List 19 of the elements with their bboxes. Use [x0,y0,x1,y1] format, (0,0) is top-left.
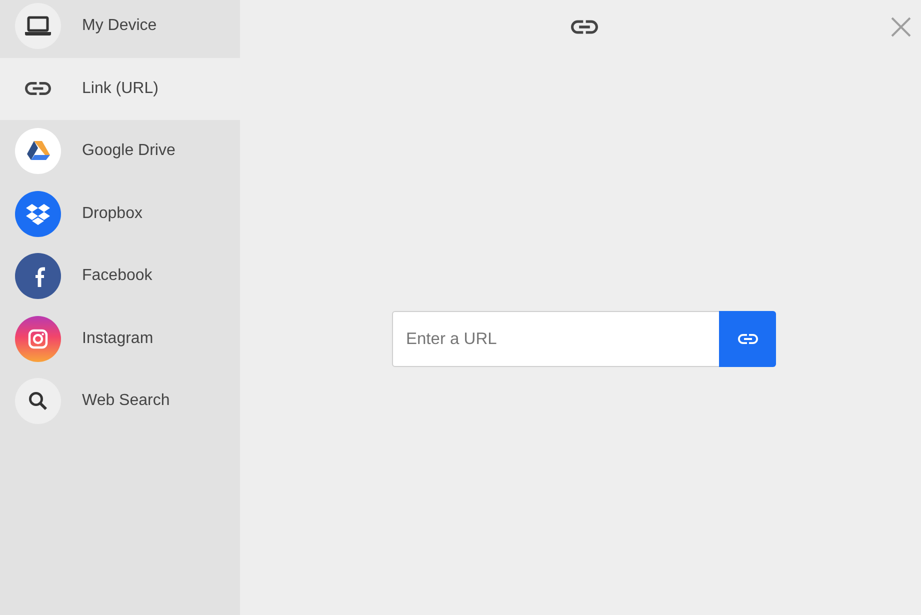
sidebar-item[interactable]: Link (URL) [0,58,240,120]
sidebar-item[interactable]: Web Search [0,370,240,432]
sidebar-item[interactable]: Facebook [0,245,240,308]
sidebar-item[interactable]: My Device [0,0,240,58]
link-icon [25,82,51,96]
laptop-icon [15,3,61,50]
submit-link-button[interactable] [719,311,776,367]
sidebar-item[interactable]: Google Drive [0,120,240,182]
url-field[interactable]: Enter a URL [392,311,720,367]
instagram-logo-icon [15,316,61,362]
dropbox-logo-icon [15,190,61,237]
sidebar-item[interactable]: Instagram [0,308,240,370]
link-icon [570,20,598,34]
close-icon [891,17,911,37]
search-icon [15,378,61,424]
sidebar-item[interactable]: Dropbox [0,182,240,245]
link-icon [738,334,758,344]
facebook-logo-icon [15,253,61,300]
drive-logo-icon [15,128,61,174]
